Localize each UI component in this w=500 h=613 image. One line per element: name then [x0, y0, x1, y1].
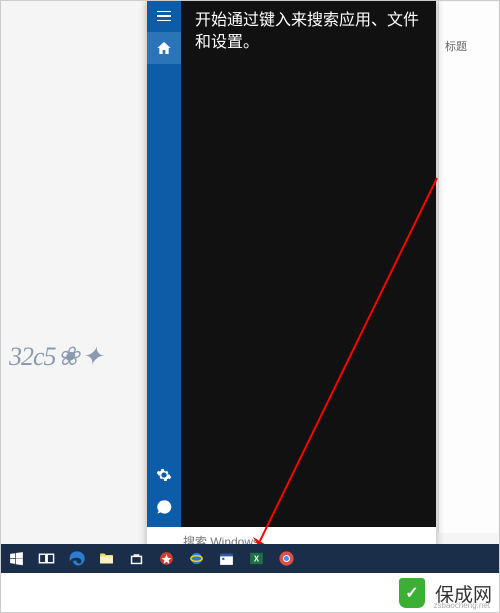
shield-check-icon [399, 578, 425, 608]
hamburger-icon [157, 11, 171, 22]
feedback-button[interactable] [147, 491, 181, 523]
app-button-1[interactable] [151, 544, 181, 573]
right-panel: 标题 [438, 2, 498, 533]
chrome-icon [278, 550, 295, 567]
calendar-button[interactable] [211, 544, 241, 573]
gear-icon [156, 467, 172, 483]
app-icon-red [158, 550, 175, 567]
task-view-icon [38, 550, 55, 567]
taskbar: X [1, 544, 499, 573]
home-button[interactable] [147, 32, 181, 64]
right-panel-tab-label[interactable]: 标题 [445, 38, 467, 54]
folder-icon [98, 550, 115, 567]
start-button[interactable] [1, 544, 31, 573]
store-icon [128, 550, 145, 567]
chrome-button[interactable] [271, 544, 301, 573]
brand-url: zsbaocheng.net [434, 601, 491, 610]
ie-button[interactable] [181, 544, 211, 573]
page-footer: 保成网 [0, 573, 500, 613]
explorer-button[interactable] [91, 544, 121, 573]
flyout-main: 开始通过键入来搜索应用、文件和设置。 [181, 0, 436, 527]
task-view-button[interactable] [31, 544, 61, 573]
edge-button[interactable] [61, 544, 91, 573]
windows-icon [8, 550, 25, 567]
desktop-watermark: 32c5❀✦ [9, 336, 139, 378]
home-icon [156, 40, 172, 56]
calendar-icon [218, 550, 235, 567]
settings-button[interactable] [147, 459, 181, 491]
ie-icon [188, 550, 205, 567]
hamburger-menu-button[interactable] [147, 0, 181, 32]
flyout-sidebar [147, 0, 181, 527]
search-hint-text: 开始通过键入来搜索应用、文件和设置。 [181, 0, 436, 65]
excel-button[interactable]: X [241, 544, 271, 573]
brand-badge [399, 578, 425, 608]
excel-icon: X [248, 550, 265, 567]
store-button[interactable] [121, 544, 151, 573]
edge-icon [68, 550, 85, 567]
feedback-icon [156, 499, 172, 515]
svg-text:X: X [253, 554, 259, 563]
